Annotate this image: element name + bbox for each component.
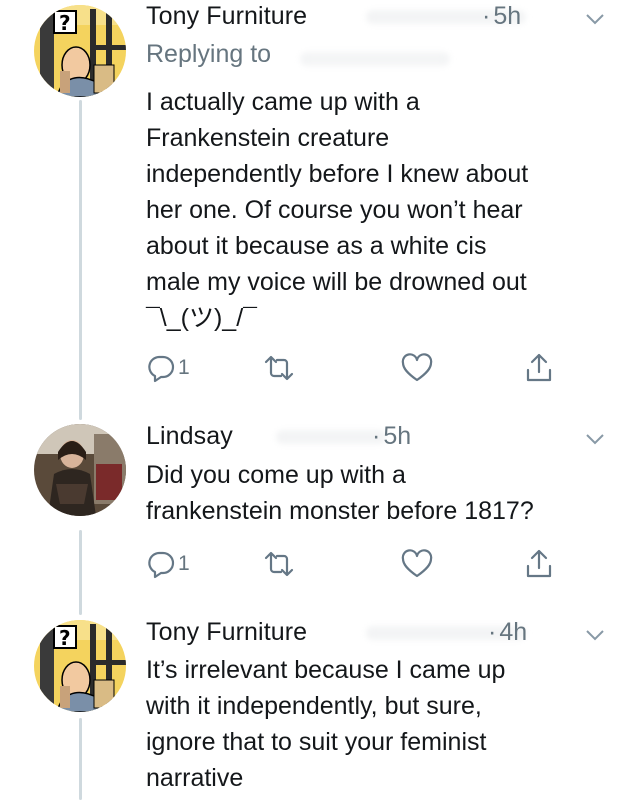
replying-to: Replying to [146, 40, 272, 68]
tweet-text: I actually came up with a Frankenstein c… [146, 88, 529, 332]
chevron-down-icon[interactable] [584, 428, 606, 450]
retweet-button[interactable] [262, 350, 296, 386]
tweet-header: Tony Furniture · 5h [146, 2, 620, 34]
avatar[interactable]: ? [34, 620, 126, 712]
reply-button[interactable]: 1 [146, 546, 190, 582]
display-name[interactable]: Tony Furniture [146, 618, 307, 647]
avatar[interactable] [34, 424, 126, 516]
avatar[interactable]: ? [34, 5, 126, 97]
retweet-icon [264, 355, 294, 381]
timestamp[interactable]: · 4h [488, 618, 527, 647]
chevron-down-icon[interactable] [584, 624, 606, 646]
share-button[interactable] [524, 350, 554, 386]
comic-avatar-icon: ? [34, 5, 126, 97]
replying-to-handle-redacted [300, 52, 450, 66]
display-name[interactable]: Tony Furniture [146, 2, 307, 31]
comic-avatar-icon: ? [34, 620, 126, 712]
tweet-actions: 1 [146, 350, 586, 386]
reply-count: 1 [178, 552, 190, 575]
share-icon [526, 549, 552, 578]
timestamp[interactable]: · 5h [372, 422, 411, 451]
photo-avatar-icon [34, 424, 126, 516]
reply-count: 1 [178, 356, 190, 379]
tweet-text: It’s irrelevant because I came up with i… [146, 656, 506, 792]
heart-icon [401, 353, 433, 382]
like-button[interactable] [401, 546, 433, 582]
timestamp[interactable]: · 5h [482, 2, 521, 31]
retweet-icon [264, 551, 294, 577]
tweet-header: Tony Furniture · 4h [146, 618, 620, 650]
like-button[interactable] [401, 350, 433, 386]
reply-icon [148, 551, 175, 579]
display-name[interactable]: Lindsay [146, 422, 233, 451]
svg-text:?: ? [59, 11, 71, 35]
share-button[interactable] [524, 546, 554, 582]
retweet-button[interactable] [262, 546, 296, 582]
reply-icon [148, 355, 175, 383]
reply-button[interactable]: 1 [146, 350, 190, 386]
tweet-text: Did you come up with a frankenstein mons… [146, 461, 534, 525]
tweet-1[interactable]: ? Tony Furniture · 5h Replying to I actua… [0, 0, 640, 410]
svg-text:?: ? [59, 626, 71, 650]
chevron-down-icon[interactable] [584, 8, 606, 30]
share-icon [526, 353, 552, 382]
handle-redacted [276, 430, 386, 444]
tweet-actions: 1 [146, 546, 586, 582]
tweet-3[interactable]: ? Tony Furniture · 4h It’s irrelevant bec… [0, 616, 640, 800]
heart-icon [401, 549, 433, 578]
tweet-header: Lindsay · 5h [146, 422, 620, 454]
tweet-2[interactable]: Lindsay · 5h Did you come up with a frank… [0, 420, 640, 600]
